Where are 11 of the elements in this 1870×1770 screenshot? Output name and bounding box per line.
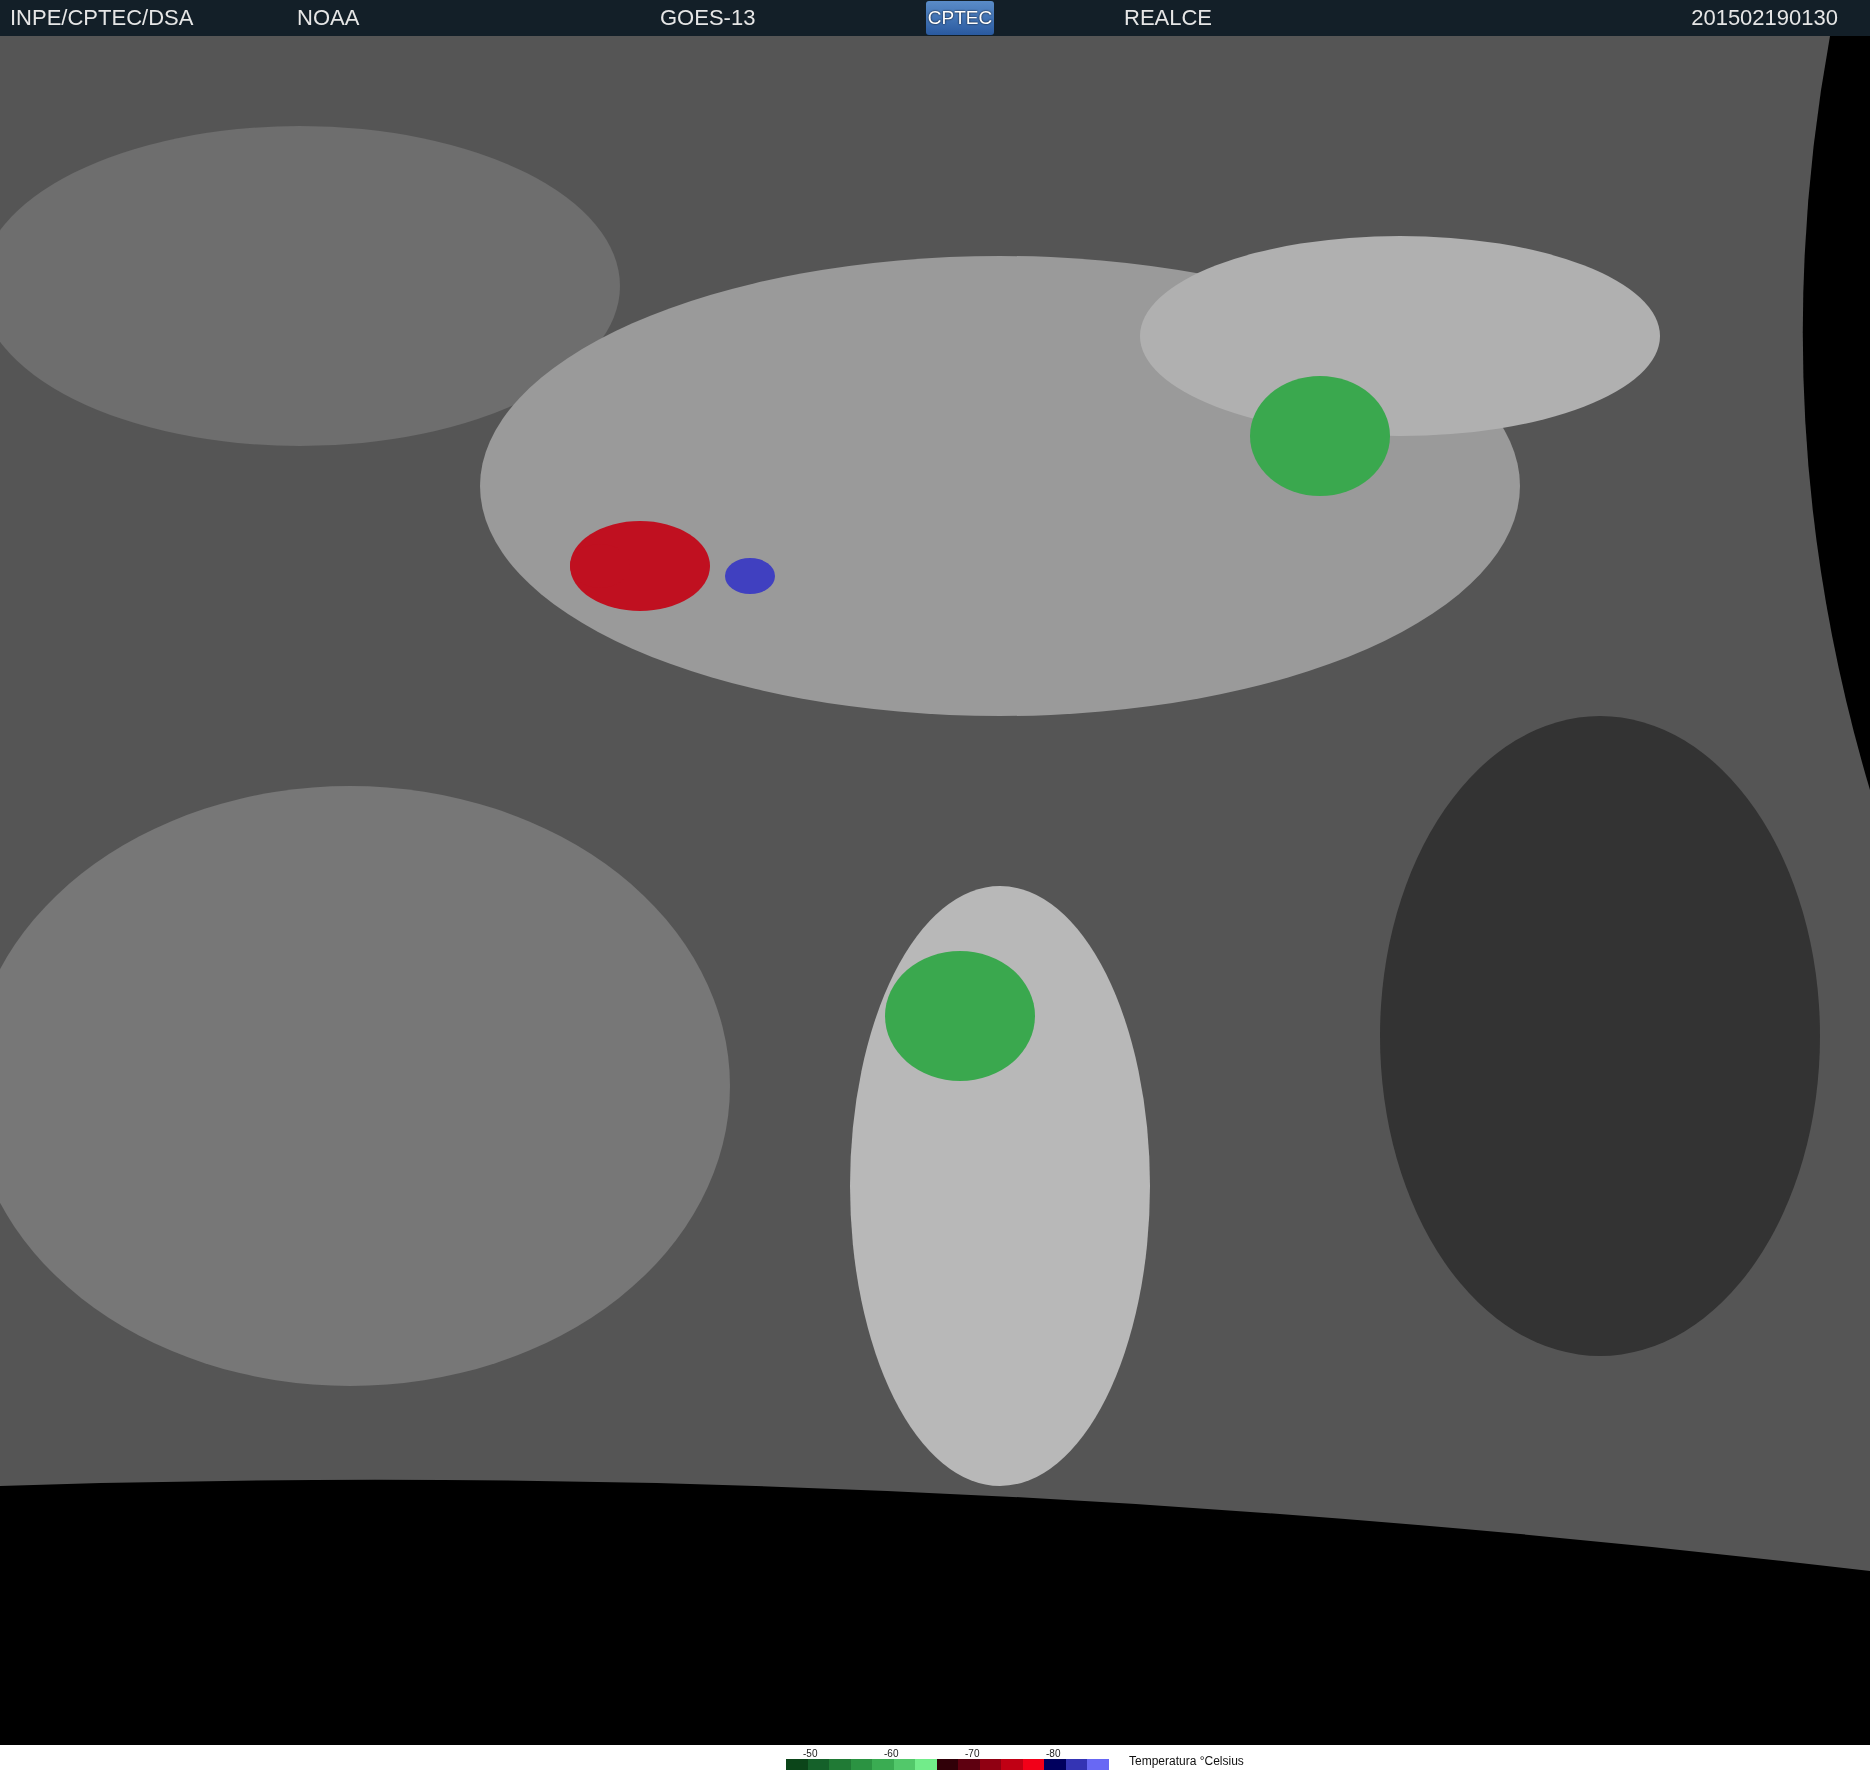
timestamp-label: 201502190130 (1691, 5, 1838, 31)
scale-tick-label: -60 (884, 1748, 900, 1759)
scale-tick-label: -80 (1046, 1748, 1062, 1759)
agency-logo: CPTEC (926, 1, 994, 35)
legend-title: Temperatura °Celsius (1129, 1754, 1244, 1768)
agency-label: INPE/CPTEC/DSA (9, 5, 195, 31)
scale-tick-label: -50 (803, 1748, 819, 1759)
enhancement-label: REALCE (1123, 5, 1214, 31)
source-label: NOAA (297, 5, 361, 31)
scale-tick-label: -70 (965, 1748, 981, 1759)
satellite-label: GOES-13 (660, 5, 757, 31)
